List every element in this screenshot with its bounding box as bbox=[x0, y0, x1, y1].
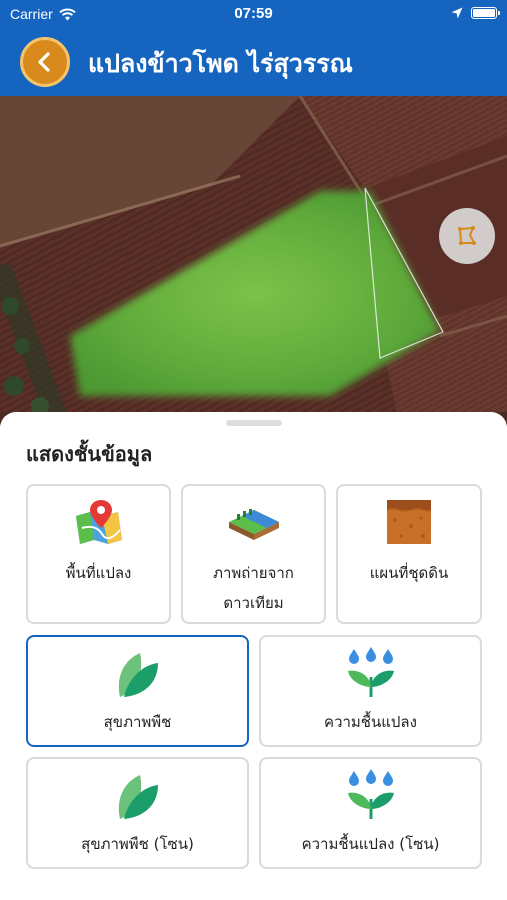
layer-label-line1: ภาพถ่ายจาก bbox=[213, 564, 294, 582]
chevron-left-icon bbox=[38, 52, 50, 72]
sheet-title: แสดงชั้นข้อมูล bbox=[26, 442, 153, 466]
polygon-icon bbox=[458, 226, 476, 245]
layer-label: ความชื้นแปลง bbox=[324, 713, 417, 731]
layer-card-plot-area[interactable]: พื้นที่แปลง bbox=[26, 484, 171, 624]
satellite-land-icon bbox=[228, 509, 279, 540]
leaf-icon bbox=[118, 653, 158, 697]
location-arrow-icon bbox=[451, 7, 463, 19]
layer-label: สุขภาพพืช bbox=[103, 713, 172, 731]
soil-icon bbox=[387, 500, 431, 544]
layer-card-crop-health[interactable]: สุขภาพพืช bbox=[26, 635, 249, 747]
layer-label: พื้นที่แปลง bbox=[65, 564, 132, 582]
layer-label: สุขภาพพืช (โซน) bbox=[81, 835, 194, 853]
layer-label-line2: ดาวเทียม bbox=[223, 594, 284, 612]
layer-sheet: แสดงชั้นข้อมูล พื้นที่แปลง ภาพถ่ายจาก ดา… bbox=[0, 412, 507, 900]
battery-icon bbox=[471, 7, 500, 19]
layer-card-satellite[interactable]: ภาพถ่ายจาก ดาวเทียม bbox=[181, 484, 326, 624]
page-title: แปลงข้าวโพด ไร่สุวรรณ bbox=[88, 49, 353, 78]
status-bar: Carrier 07:59 bbox=[0, 0, 507, 28]
plant-water-drops-icon bbox=[347, 769, 394, 819]
polygon-button[interactable] bbox=[439, 208, 495, 264]
layer-card-crop-health-zone[interactable]: สุขภาพพืช (โซน) bbox=[26, 757, 249, 869]
layer-label: แผนที่ชุดดิน bbox=[369, 564, 449, 582]
back-button[interactable] bbox=[20, 37, 70, 87]
app-header: แปลงข้าวโพด ไร่สุวรรณ bbox=[0, 28, 507, 96]
battery-fill bbox=[473, 9, 495, 17]
layer-card-field-moisture-zone[interactable]: ความชื้นแปลง (โซน) bbox=[259, 757, 482, 869]
leaf-icon bbox=[118, 775, 158, 819]
map-imagery bbox=[0, 96, 507, 426]
status-right bbox=[451, 7, 500, 19]
satellite-map[interactable] bbox=[0, 96, 507, 426]
map-pin-icon bbox=[75, 500, 122, 544]
plant-water-drops-icon bbox=[347, 647, 394, 697]
layer-card-soil-map[interactable]: แผนที่ชุดดิน bbox=[336, 484, 482, 624]
layer-label: ความชื้นแปลง (โซน) bbox=[301, 835, 440, 853]
layer-card-field-moisture[interactable]: ความชื้นแปลง bbox=[259, 635, 482, 747]
sheet-drag-handle[interactable] bbox=[226, 420, 282, 426]
status-time: 07:59 bbox=[234, 5, 273, 22]
